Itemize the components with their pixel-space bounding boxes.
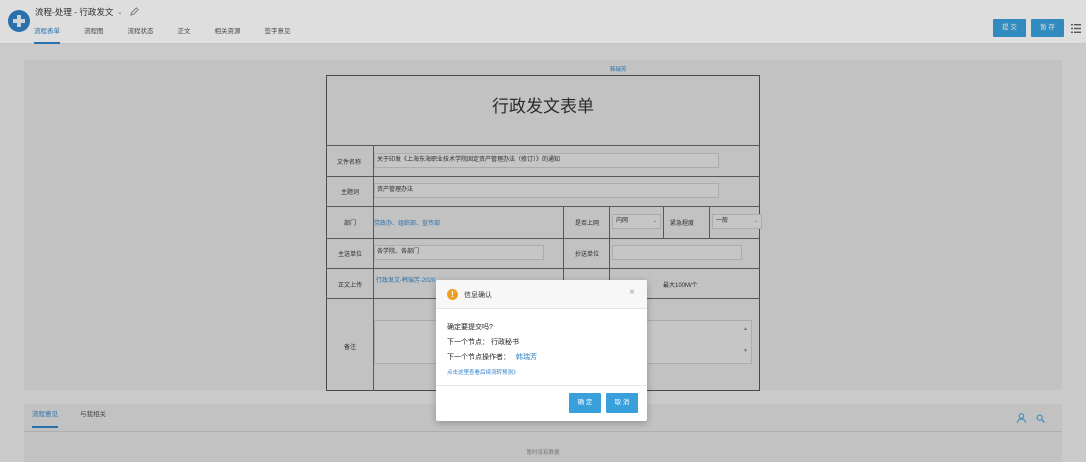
divider (436, 385, 647, 386)
dialog-title: 信息确认 (464, 292, 492, 299)
next-node-row: 下一个节点： 行政秘书 (447, 337, 519, 347)
next-node-label: 下一个节点： (447, 339, 489, 346)
close-icon[interactable]: × (629, 288, 635, 298)
next-operator-label: 下一个节点操作者： (447, 354, 510, 361)
warning-icon: ! (447, 289, 458, 300)
confirm-button[interactable]: 确 定 (569, 393, 601, 413)
dialog-header: ! 信息确认 × (436, 280, 647, 309)
confirm-question: 确定要提交吗? (447, 324, 493, 331)
flow-preview-link[interactable]: 点击这里查看后续流转预测》 (447, 368, 519, 376)
next-operator-link[interactable]: 韩瑞芳 (516, 354, 537, 361)
next-operator-row: 下一个节点操作者： 韩瑞芳 (447, 352, 537, 362)
confirm-dialog: ! 信息确认 × 确定要提交吗? 下一个节点： 行政秘书 下一个节点操作者： 韩… (436, 280, 647, 421)
next-node-value: 行政秘书 (490, 339, 519, 346)
cancel-button[interactable]: 取 消 (606, 393, 638, 413)
